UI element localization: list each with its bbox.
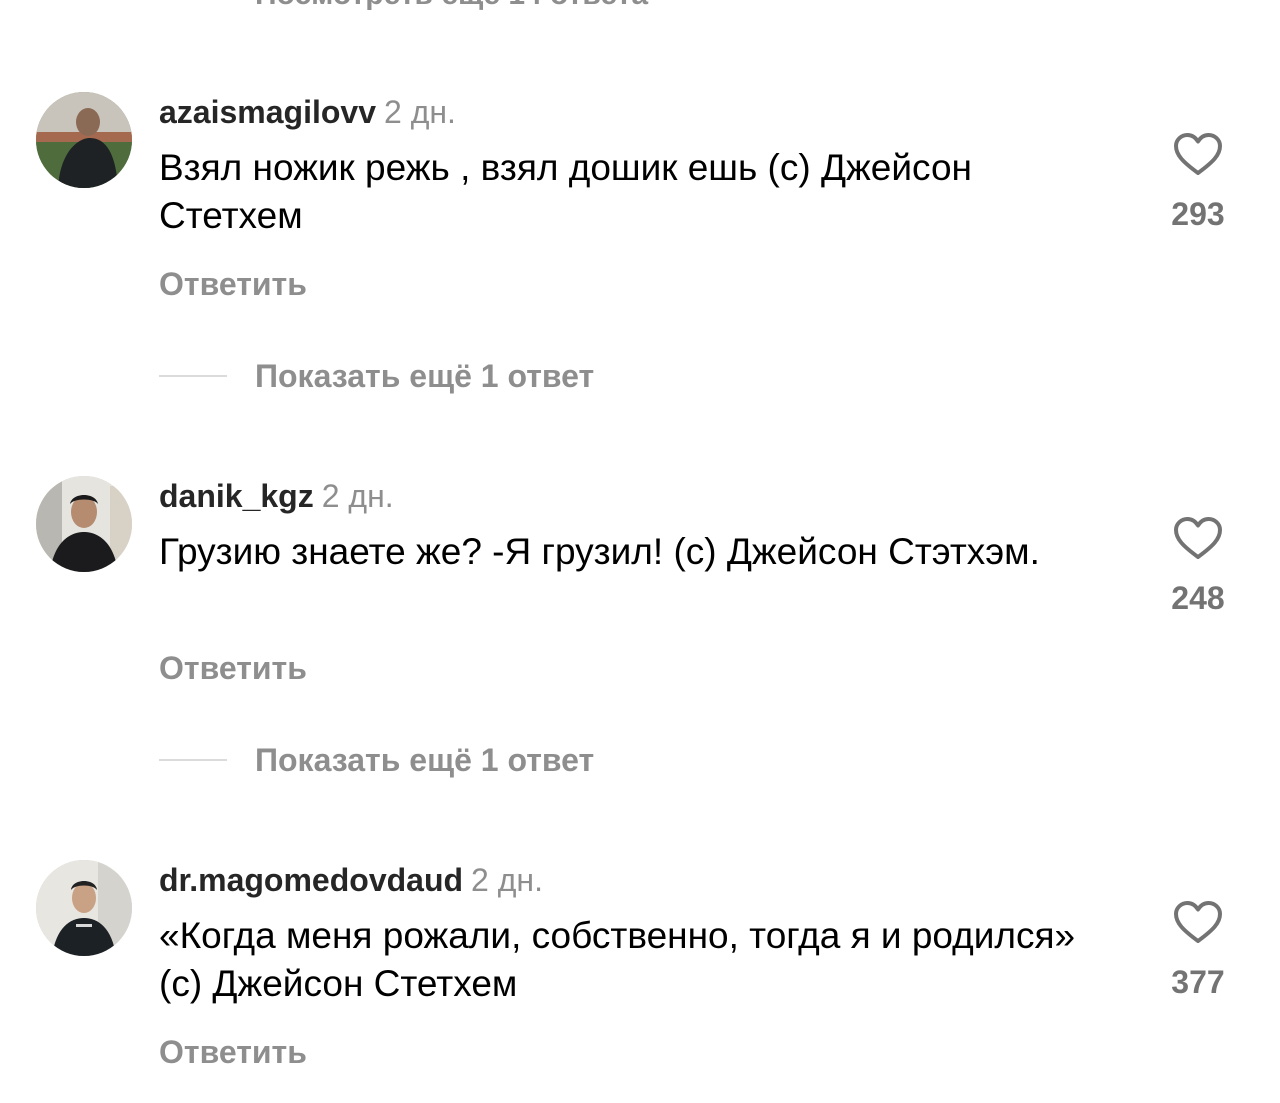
comment-meta: danik_kgz 2 дн. <box>159 478 394 514</box>
timestamp: 2 дн. <box>321 478 394 514</box>
reply-button[interactable]: Ответить <box>159 266 307 303</box>
like-control: 377 <box>1160 900 1236 1001</box>
heart-outline-icon[interactable] <box>1160 132 1236 176</box>
comment-text: Взял ножик режь , взял дошик ешь (с) Дже… <box>159 147 972 236</box>
show-more-replies-label: Показать ещё 1 ответ <box>255 742 595 778</box>
username[interactable]: dr.magomedovdaud <box>159 862 463 898</box>
username[interactable]: danik_kgz <box>159 478 314 514</box>
show-more-replies-button[interactable]: Показать ещё 1 ответ <box>159 740 859 780</box>
like-count: 377 <box>1171 964 1225 1000</box>
comment-item: danik_kgz 2 дн. Грузию знаете же? -Я груз… <box>0 476 1280 696</box>
like-control: 293 <box>1160 132 1236 233</box>
show-more-replies-button[interactable]: Показать ещё 1 ответ <box>159 356 859 396</box>
comment-text: Грузию знаете же? -Я грузил! (с) Джейсон… <box>159 531 1040 572</box>
timestamp: 2 дн. <box>384 94 456 130</box>
like-count: 248 <box>1171 580 1225 616</box>
reply-button[interactable]: Ответить <box>159 1034 307 1071</box>
divider-line <box>159 375 227 377</box>
heart-outline-icon[interactable] <box>1160 516 1236 560</box>
show-more-replies-label: Показать ещё 1 ответ <box>255 358 595 394</box>
username[interactable]: azaismagilovv <box>159 94 376 130</box>
timestamp: 2 дн. <box>471 862 543 898</box>
avatar[interactable] <box>36 92 132 188</box>
like-count: 293 <box>1171 196 1225 232</box>
divider-line <box>159 759 227 761</box>
view-more-replies-partial[interactable]: Посмотреть ещё 14 ответа <box>255 0 648 12</box>
comment-text: «Когда меня рожали, собственно, тогда я … <box>159 915 1076 1004</box>
heart-outline-icon[interactable] <box>1160 900 1236 944</box>
avatar[interactable] <box>36 476 132 572</box>
comment-item: azaismagilovv 2 дн. Взял ножик режь , взя… <box>0 92 1280 312</box>
avatar[interactable] <box>36 860 132 956</box>
like-control: 248 <box>1160 516 1236 617</box>
reply-button[interactable]: Ответить <box>159 650 307 687</box>
comment-meta: azaismagilovv 2 дн. <box>159 94 456 130</box>
comment-item: dr.magomedovdaud 2 дн. «Когда меня рожали… <box>0 860 1280 1080</box>
comment-meta: dr.magomedovdaud 2 дн. <box>159 862 543 898</box>
